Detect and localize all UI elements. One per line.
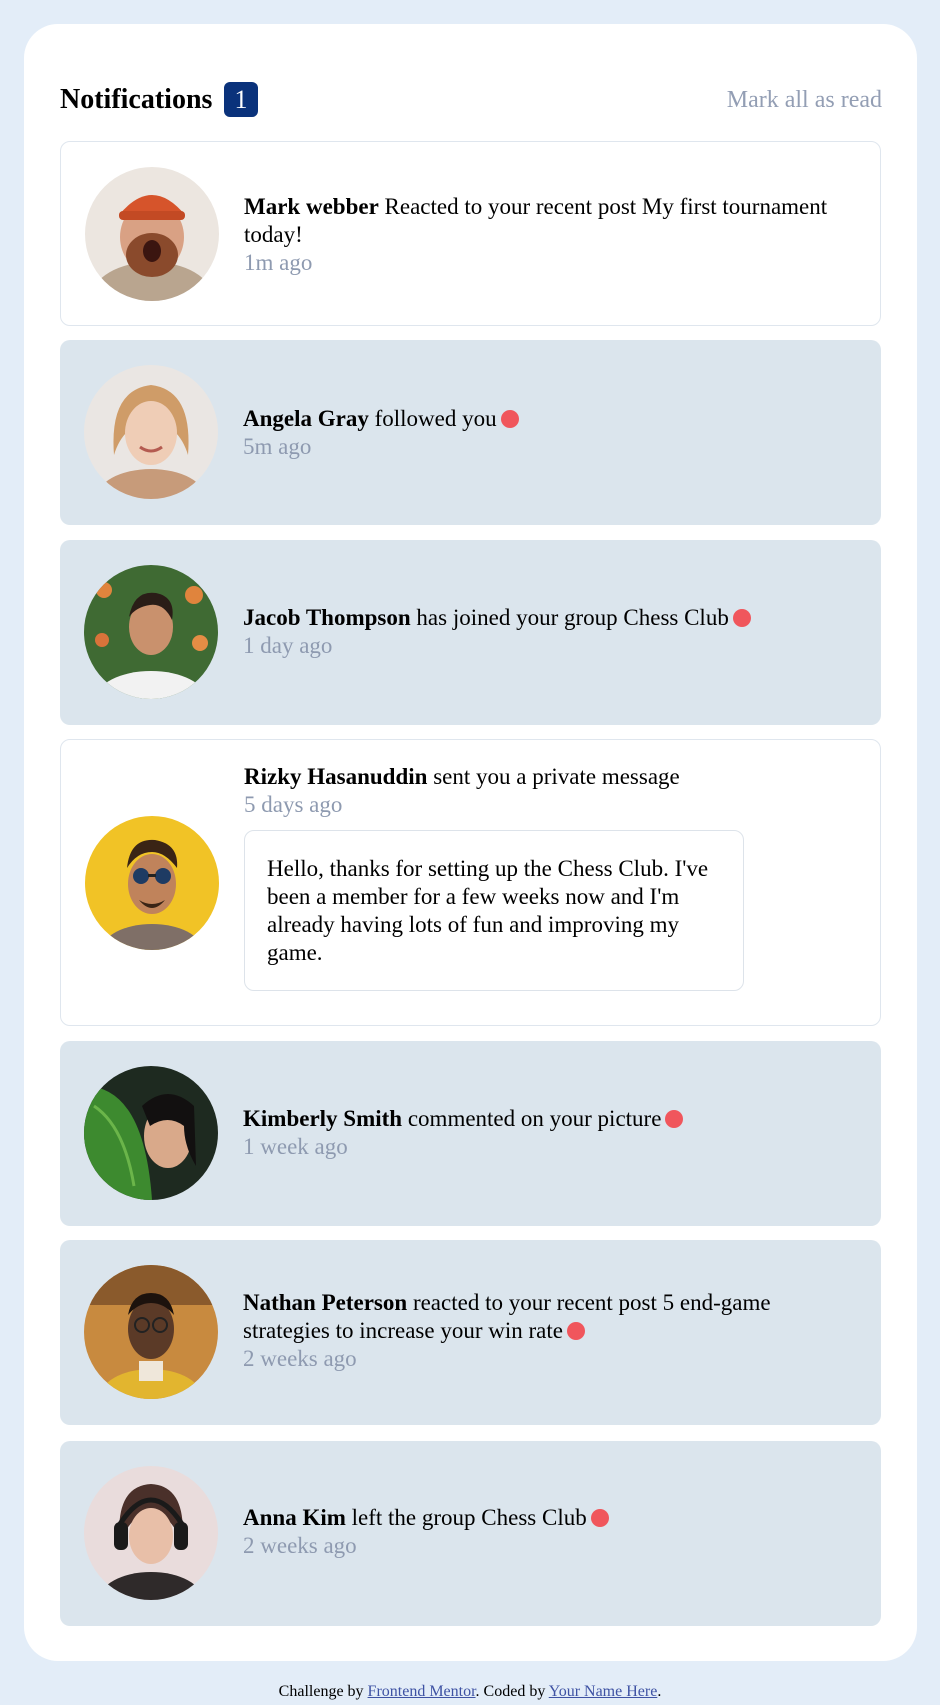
notification-action: sent you a private message [433,764,680,789]
notification-time: 1 week ago [243,1134,348,1159]
notification-text: Nathan Peterson reacted to your recent p… [243,1289,861,1373]
private-message-preview[interactable]: Hello, thanks for setting up the Chess C… [244,830,744,991]
frontend-mentor-link[interactable]: Frontend Mentor [368,1683,476,1700]
notification-time: 1 day ago [243,633,333,658]
avatar-nathan-peterson[interactable] [84,1265,218,1399]
notification-item[interactable]: Rizky Hasanuddin sent you a private mess… [60,739,881,1026]
notification-action: has joined your group Chess Club [416,605,729,630]
notification-text: Mark webber Reacted to your recent post … [244,193,860,277]
notification-author[interactable]: Jacob Thompson [243,605,411,630]
mark-all-as-read-button[interactable]: Mark all as read [727,86,882,114]
avatar-kimberly-smith[interactable] [84,1066,218,1200]
page-title: Notifications [60,84,213,115]
unread-dot-icon [566,1322,585,1340]
avatar-mark-webber[interactable] [85,167,219,301]
notification-item[interactable]: Angela Gray followed you 5m ago [60,340,881,525]
attribution-footer: Challenge by Frontend Mentor. Coded by Y… [0,1682,940,1702]
notification-text: Rizky Hasanuddin sent you a private mess… [244,763,860,819]
notification-author[interactable]: Angela Gray [243,406,369,431]
notification-time: 5 days ago [244,792,343,817]
footer-middle: . Coded by [475,1683,546,1700]
notification-text: Jacob Thompson has joined your group Che… [243,604,861,660]
notification-action: followed you [374,406,497,431]
footer-suffix: . [657,1683,662,1700]
notification-time: 1m ago [244,250,313,275]
notification-time: 2 weeks ago [243,1346,357,1371]
unread-dot-icon [665,1110,684,1128]
notification-item[interactable]: Mark webber Reacted to your recent post … [60,141,881,326]
notification-time: 5m ago [243,434,312,459]
notification-author[interactable]: Kimberly Smith [243,1106,402,1131]
author-link[interactable]: Your Name Here [549,1683,658,1700]
avatar-angela-gray[interactable] [84,365,218,499]
notification-author[interactable]: Anna Kim [243,1505,346,1530]
avatar-anna-kim[interactable] [84,1466,218,1600]
notification-text: Anna Kim left the group Chess Club 2 wee… [243,1504,861,1560]
footer-prefix: Challenge by [278,1683,364,1700]
notification-item[interactable]: Jacob Thompson has joined your group Che… [60,540,881,725]
avatar-rizky-hasanuddin[interactable] [85,816,219,950]
unread-count-badge: 1 [224,82,258,117]
unread-dot-icon [590,1509,609,1527]
notification-author[interactable]: Mark webber [244,194,379,219]
notification-author[interactable]: Nathan Peterson [243,1290,407,1315]
notification-time: 2 weeks ago [243,1533,357,1558]
notification-item[interactable]: Kimberly Smith commented on your picture… [60,1041,881,1226]
notification-text: Angela Gray followed you 5m ago [243,405,861,461]
notification-action: commented on your picture [407,1106,662,1131]
notification-item[interactable]: Anna Kim left the group Chess Club 2 wee… [60,1441,881,1626]
notification-author[interactable]: Rizky Hasanuddin [244,764,427,789]
avatar-jacob-thompson[interactable] [84,565,218,699]
unread-dot-icon [500,410,519,428]
notification-text: Kimberly Smith commented on your picture… [243,1105,861,1161]
notification-item[interactable]: Nathan Peterson reacted to your recent p… [60,1240,881,1425]
notifications-header: Notifications 1 Mark all as read [60,82,882,118]
notification-action: left the group Chess Club [351,1505,587,1530]
unread-dot-icon [732,609,751,627]
